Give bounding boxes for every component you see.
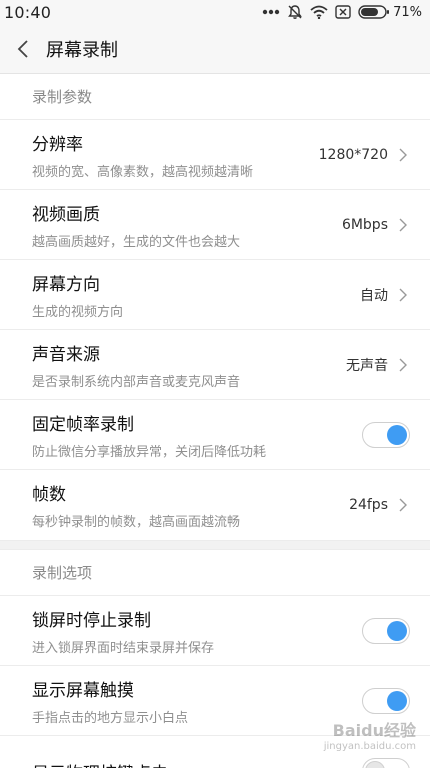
- section-divider: [0, 540, 430, 550]
- setting-title: 显示物理按键点击: [32, 759, 168, 768]
- more-dots-icon: [262, 9, 280, 15]
- setting-subtitle: 进入锁屏界面时结束录屏并保存: [32, 640, 215, 656]
- setting-resolution[interactable]: 分辨率 视频的宽、高像素数，越高视频越清晰 1280*720: [0, 120, 430, 190]
- no-sim-icon: [335, 5, 351, 19]
- watermark-text: Baidu经验: [332, 721, 416, 740]
- setting-subtitle: 每秒钟录制的帧数，越高画面越流畅: [32, 515, 241, 530]
- setting-title: 屏幕方向: [32, 274, 100, 295]
- section-header-record-params: 录制参数: [0, 74, 430, 120]
- stop-on-lock-toggle[interactable]: [362, 617, 410, 644]
- setting-screen-orientation[interactable]: 屏幕方向 生成的视频方向 自动: [0, 260, 430, 330]
- settings-list: 录制参数 分辨率 视频的宽、高像素数，越高视频越清晰 1280*720 视频画质…: [0, 74, 430, 768]
- chevron-right-icon: [399, 148, 407, 161]
- watermark: Baidu经验 jingyan.baidu.com: [324, 717, 416, 752]
- setting-value: 6Mbps: [341, 216, 388, 233]
- chevron-right-icon: [399, 358, 407, 371]
- setting-video-quality[interactable]: 视频画质 越高画质越好，生成的文件也会越大 6Mbps: [0, 190, 430, 260]
- setting-value: 1280*720: [318, 146, 388, 163]
- wifi-icon: [310, 5, 328, 19]
- chevron-right-icon: [399, 288, 407, 301]
- setting-subtitle: 手指点击的地方显示小白点: [32, 710, 189, 726]
- setting-value: 无声音: [346, 357, 388, 374]
- setting-subtitle: 防止微信分享播放异常，关闭后降低功耗: [32, 444, 267, 460]
- battery-icon: [358, 5, 390, 19]
- watermark-sub: jingyan.baidu.com: [323, 741, 416, 752]
- setting-title: 视频画质: [32, 204, 100, 225]
- show-key-presses-toggle[interactable]: [362, 758, 410, 768]
- status-icons: 71%: [262, 4, 422, 20]
- status-time: 10:40: [4, 2, 52, 22]
- setting-subtitle: 是否录制系统内部声音或麦克风声音: [32, 374, 241, 390]
- setting-title: 锁屏时停止录制: [32, 610, 151, 631]
- chevron-right-icon: [399, 498, 407, 512]
- setting-title: 帧数: [32, 485, 66, 505]
- setting-value: 自动: [360, 287, 388, 304]
- setting-audio-source[interactable]: 声音来源 是否录制系统内部声音或麦克风声音 无声音: [0, 330, 430, 400]
- back-button[interactable]: [0, 24, 46, 74]
- battery: 71%: [358, 5, 422, 20]
- setting-title: 显示屏幕触摸: [32, 680, 134, 701]
- setting-subtitle: 越高画质越好，生成的文件也会越大: [32, 234, 241, 250]
- setting-subtitle: 生成的视频方向: [32, 304, 124, 320]
- setting-subtitle: 视频的宽、高像素数，越高视频越清晰: [32, 164, 254, 180]
- setting-title: 固定帧率录制: [32, 414, 134, 435]
- show-touches-toggle[interactable]: [362, 687, 410, 714]
- section-header-record-options: 录制选项: [0, 550, 430, 596]
- setting-fps[interactable]: 帧数 每秒钟录制的帧数，越高画面越流畅 24fps: [0, 470, 430, 540]
- status-bar: 10:40 71%: [0, 0, 430, 24]
- page-title: 屏幕录制: [46, 39, 118, 61]
- mute-bell-icon: [288, 5, 302, 19]
- chevron-right-icon: [399, 218, 407, 231]
- setting-value: 24fps: [349, 497, 388, 513]
- setting-fixed-framerate: 固定帧率录制 防止微信分享播放异常，关闭后降低功耗: [0, 400, 430, 470]
- setting-title: 分辨率: [32, 134, 83, 155]
- title-bar: 屏幕录制: [0, 24, 430, 74]
- setting-title: 声音来源: [32, 344, 100, 365]
- back-arrow-icon: [17, 39, 28, 58]
- battery-percent: 71%: [393, 4, 422, 20]
- fixed-framerate-toggle[interactable]: [362, 421, 410, 448]
- setting-stop-on-lock: 锁屏时停止录制 进入锁屏界面时结束录屏并保存: [0, 596, 430, 666]
